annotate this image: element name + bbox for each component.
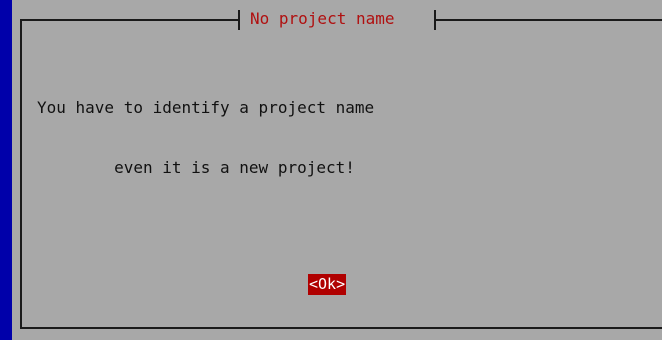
ok-button[interactable]: <Ok>: [308, 274, 347, 295]
message-line-1: You have to identify a project name: [37, 98, 375, 117]
title-tee-left: [238, 10, 240, 30]
dialog-frame-top-left: [20, 19, 238, 21]
dialog-frame-bottom: [20, 327, 662, 329]
message-line-2: even it is a new project!: [37, 158, 355, 177]
dialog-frame-left: [20, 19, 22, 329]
dialog-frame-top-right: [436, 19, 662, 21]
dialog-message: You have to identify a project name even…: [37, 58, 374, 198]
dialog-title: No project name: [250, 9, 395, 28]
title-tee-right: [434, 10, 436, 30]
terminal-background: [0, 0, 12, 340]
